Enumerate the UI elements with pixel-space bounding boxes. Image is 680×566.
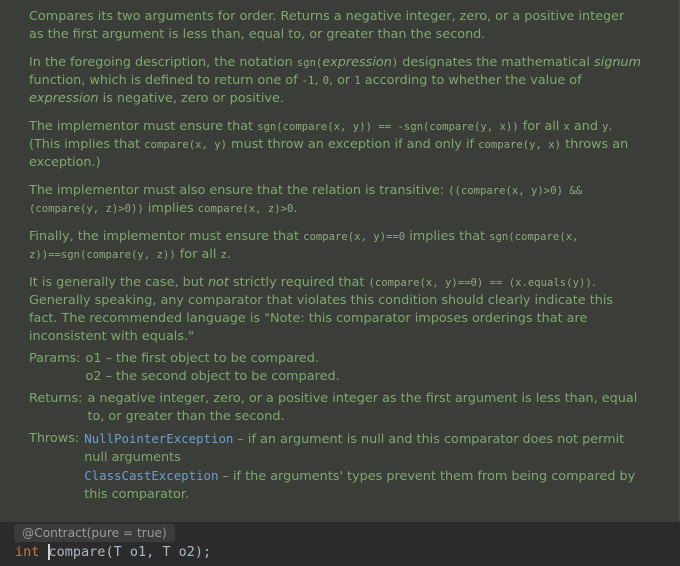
text: In the foregoing description, the notati… [29, 55, 297, 70]
text: Finally, the implementor must ensure tha… [29, 229, 304, 244]
text: , or [328, 73, 355, 88]
text: designates the mathematical [398, 55, 594, 70]
doc-sgn-paragraph: In the foregoing description, the notati… [29, 54, 641, 108]
text: . [293, 201, 298, 216]
code: compare(x, y) [144, 139, 228, 151]
emphasis: not [207, 275, 229, 290]
doc-summary: Compares its two arguments for order. Re… [29, 9, 625, 42]
text: for all [175, 247, 221, 262]
param-o1: o1 – the first object to be compared. [85, 351, 319, 366]
throws-label: Throws: [29, 431, 80, 446]
type-param: T [113, 544, 122, 560]
type-param: T [162, 544, 171, 560]
code: compare(y, x) [478, 139, 562, 151]
method-name-first-char: c [48, 544, 57, 560]
returns-text: a negative integer, zero, or a positive … [87, 391, 638, 424]
emphasis: expression [29, 91, 99, 106]
method-signature-line[interactable]: int compare(T o1, T o2); [15, 543, 211, 561]
doc-equals-paragraph: It is generally the case, but not strict… [29, 274, 641, 346]
throws-item: ClassCastException – if the arguments' t… [84, 467, 641, 504]
param-name: o1, [121, 544, 163, 560]
text: The implementor must ensure that [29, 119, 258, 134]
text: implies [143, 201, 198, 216]
params-body: o1 – the first object to be compared. o2… [86, 350, 641, 386]
returns-section: Returns: a negative integer, zero, or a … [29, 390, 641, 426]
params-label: Params: [29, 351, 81, 366]
text: according to whether the value of [360, 73, 582, 88]
doc-transitive-paragraph: The implementor must also ensure that th… [29, 182, 641, 218]
doc-symmetry-paragraph: The implementor must ensure that sgn(com… [29, 118, 641, 172]
text: strictly required that [228, 275, 369, 290]
throws-body: NullPointerException – if an argument is… [84, 430, 641, 504]
emphasis: signum [593, 55, 642, 70]
text: , [314, 73, 323, 88]
text: The implementor must also ensure that th… [29, 183, 449, 198]
text: function, which is defined to return one… [29, 73, 302, 88]
keyword-int: int [15, 544, 48, 560]
paren: ( [105, 544, 114, 560]
code: sgn(compare(x, y)) == -sgn(compare(y, x)… [257, 121, 519, 133]
class-cast-exception-link[interactable]: ClassCastException [84, 468, 218, 483]
emphasis: expression [322, 55, 392, 70]
param-o2: o2 – the second object to be compared. [85, 369, 340, 384]
code: (compare(x, y)==0) == (x.equals(y)) [368, 277, 592, 289]
throws-section: Throws: NullPointerException – if an arg… [29, 430, 641, 504]
contract-annotation-hint: @Contract(pure = true) [14, 524, 175, 542]
param-name: o2); [170, 544, 212, 560]
code: compare(x, z)>0 [197, 203, 294, 215]
code: -1 [301, 75, 315, 87]
params-section: Params: o1 – the first object to be comp… [29, 350, 641, 386]
documentation-content: Compares its two arguments for order. Re… [29, 8, 641, 504]
method-name: ompare [56, 544, 106, 560]
returns-label: Returns: [29, 391, 83, 406]
code: compare(x, y)==0 [303, 231, 406, 243]
text: for all [518, 119, 564, 134]
text: implies that [405, 229, 490, 244]
text: and [569, 119, 603, 134]
text: . [226, 247, 231, 262]
quick-documentation-popup: Compares its two arguments for order. Re… [0, 0, 680, 522]
doc-consistency-paragraph: Finally, the implementor must ensure tha… [29, 228, 641, 264]
throws-item: NullPointerException – if an argument is… [84, 430, 641, 467]
text: It is generally the case, but [29, 275, 208, 290]
code: sgn( [296, 57, 323, 69]
text: must throw an exception if and only if [227, 137, 479, 152]
text: is negative, zero or positive. [98, 91, 284, 106]
null-pointer-exception-link[interactable]: NullPointerException [84, 431, 233, 446]
